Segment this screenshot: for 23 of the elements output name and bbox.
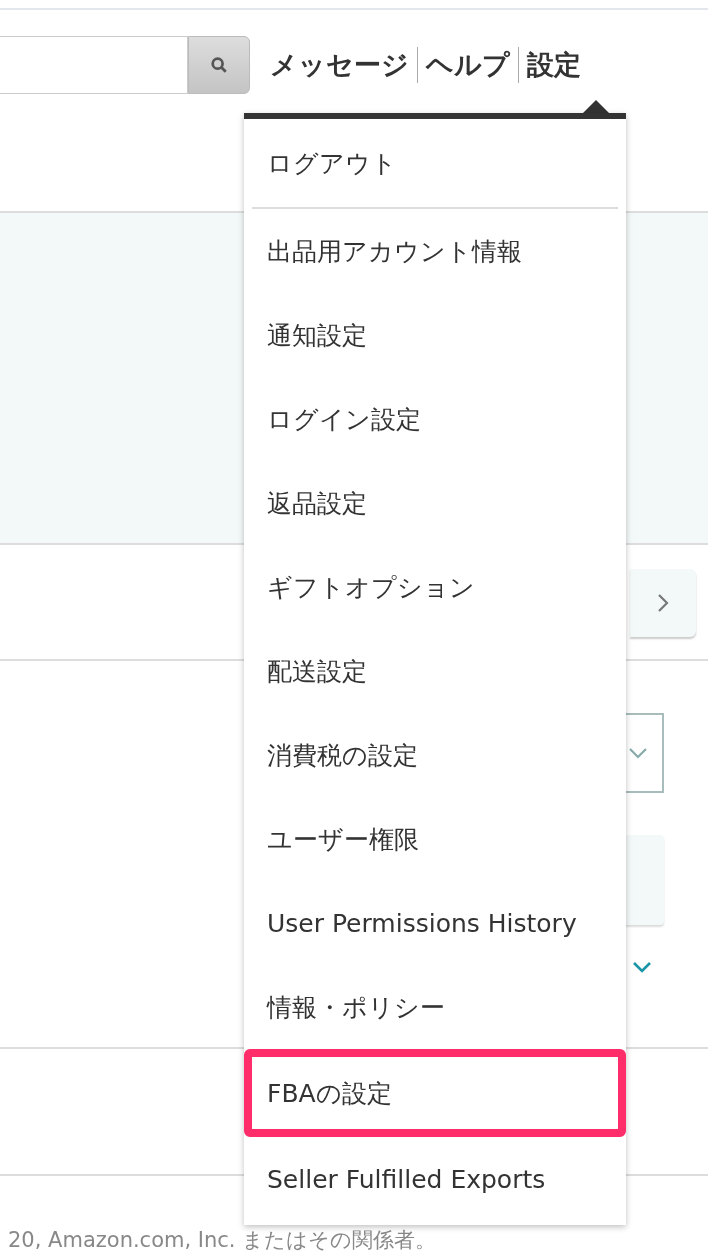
menu-item[interactable]: 通知設定 <box>244 293 626 377</box>
menu-item[interactable]: Seller Fulfilled Exports <box>244 1137 626 1221</box>
menu-item[interactable]: 消費税の設定 <box>244 713 626 797</box>
chevron-down-icon[interactable] <box>632 961 652 973</box>
menu-item[interactable]: ユーザー権限 <box>244 797 626 881</box>
search-button[interactable] <box>188 36 250 94</box>
menu-item[interactable]: ログアウト <box>244 119 626 207</box>
search-icon <box>210 56 228 74</box>
menu-item[interactable]: User Permissions History <box>244 881 626 965</box>
menu-item[interactable]: ログイン設定 <box>244 377 626 461</box>
menu-item[interactable]: ギフトオプション <box>244 545 626 629</box>
nav-link[interactable]: ヘルプ <box>417 47 518 83</box>
copyright-text: 20, Amazon.com, Inc. またはその関係者。 <box>8 1227 438 1254</box>
nav-link[interactable]: メッセージ <box>270 47 417 83</box>
menu-item[interactable]: 情報・ポリシー <box>244 965 626 1049</box>
nav-link[interactable]: 設定 <box>518 47 589 83</box>
chevron-down-icon <box>628 747 648 759</box>
chevron-right-icon <box>657 593 669 613</box>
menu-item[interactable]: 返品設定 <box>244 461 626 545</box>
menu-item[interactable]: FBAの設定 <box>244 1049 626 1137</box>
menu-item[interactable]: 配送設定 <box>244 629 626 713</box>
search-field[interactable] <box>0 36 188 94</box>
menu-item[interactable]: 出品用アカウント情報 <box>244 209 626 293</box>
